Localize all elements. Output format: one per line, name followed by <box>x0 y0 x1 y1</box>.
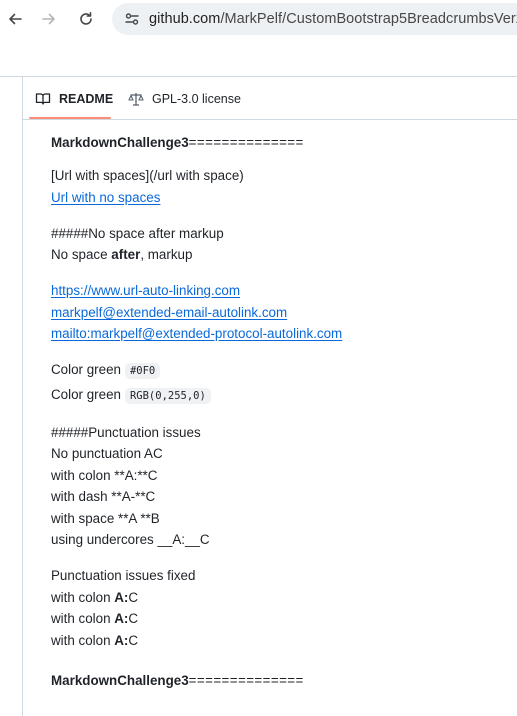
line-text: No space <box>51 247 112 262</box>
markdown-heading-2: MarkdownChallenge3 ============== <box>51 668 304 693</box>
reload-icon[interactable] <box>75 8 97 30</box>
line-text: C <box>128 632 139 648</box>
autolink-email[interactable]: markpelf@extended-email-autolink.com <box>51 305 287 320</box>
line-text: with colon <box>51 611 115 626</box>
no-space-markup-line: No space after, markup <box>51 244 511 266</box>
url-text[interactable]: github.com/MarkPelf/CustomBootstrap5Brea… <box>149 11 517 27</box>
punctuation-heading-text: #####Punctuation issues <box>51 424 201 440</box>
heading-equals: ============== <box>188 134 304 150</box>
url-with-spaces-text: [Url with spaces](/url with space) <box>51 168 244 183</box>
autolink-paragraph: https://www.url-auto-linking.com markpel… <box>51 280 511 345</box>
fixed-heading-text: Punctuation issues fixed <box>51 568 196 583</box>
autolink-mailto[interactable]: mailto:markpelf@extended-protocol-autoli… <box>51 326 342 341</box>
tab-license[interactable]: GPL-3.0 license <box>128 77 268 120</box>
punctuation-line: using undercores __A:__C <box>51 532 210 547</box>
bold-text: A: <box>114 611 129 626</box>
book-icon <box>35 91 51 107</box>
url-no-spaces-link[interactable]: Url with no spaces <box>51 190 160 205</box>
line-text: C <box>128 611 139 626</box>
fixed-line: with colon A:C <box>51 630 511 652</box>
autolink-url[interactable]: https://www.url-auto-linking.com <box>51 283 240 298</box>
browser-toolbar: github.com/MarkPelf/CustomBootstrap5Brea… <box>0 0 517 38</box>
bold-text: A: <box>114 589 129 605</box>
punctuation-paragraph: #####Punctuation issues No punctuation A… <box>51 422 511 551</box>
punctuation-line: with space **A **B <box>51 510 160 526</box>
line-text: C <box>128 589 139 605</box>
address-bar[interactable]: github.com/MarkPelf/CustomBootstrap5Brea… <box>112 3 517 35</box>
tab-license-label: GPL-3.0 license <box>152 91 241 106</box>
color-line-rgb: Color green RGB(0,255,0) <box>51 384 511 408</box>
readme-tabs: README GPL-3.0 license <box>23 77 517 120</box>
scale-icon <box>128 91 144 107</box>
color-line-hex: Color green #0F0 <box>51 359 511 383</box>
fixed-line: with colon A:C <box>51 608 511 630</box>
page-header-gap <box>0 38 517 76</box>
active-tab-indicator <box>29 117 111 119</box>
site-settings-icon[interactable] <box>122 9 142 29</box>
bold-text: after <box>111 247 141 262</box>
punctuation-line: with colon **A:**C <box>51 467 158 483</box>
fixed-line: with colon A:C <box>51 587 511 609</box>
no-space-paragraph: #####No space after markup No space afte… <box>51 223 511 266</box>
url-paragraph: [Url with spaces](/url with space) Url w… <box>51 165 511 208</box>
punctuation-line: with dash **A-**C <box>51 489 156 504</box>
url-host: github.com <box>149 11 221 27</box>
line-text: with colon <box>51 589 115 605</box>
markdown-heading: MarkdownChallenge3 ============== <box>51 130 511 155</box>
bold-text: A: <box>114 632 129 648</box>
readme-content: MarkdownChallenge3 ============== [Url wi… <box>51 130 511 666</box>
heading-equals: ============== <box>188 673 304 688</box>
color-label: Color green <box>51 362 121 377</box>
color-code-hex: #0F0 <box>124 363 161 379</box>
color-code-rgb: RGB(0,255,0) <box>124 387 211 404</box>
no-space-heading-text: #####No space after markup <box>51 225 224 241</box>
line-text: , markup <box>140 247 193 262</box>
heading-text: MarkdownChallenge3 <box>51 673 189 688</box>
tab-readme[interactable]: README <box>35 77 131 120</box>
heading-text: MarkdownChallenge3 <box>51 134 189 150</box>
forward-arrow-icon[interactable] <box>38 8 60 30</box>
fixed-paragraph: Punctuation issues fixed with colon A:C … <box>51 565 511 651</box>
back-arrow-icon[interactable] <box>4 8 26 30</box>
punctuation-line: No punctuation AC <box>51 446 163 461</box>
color-paragraph: Color green #0F0 Color green RGB(0,255,0) <box>51 359 511 407</box>
tab-readme-label: README <box>59 91 114 106</box>
color-label: Color green <box>51 386 121 402</box>
url-path: /MarkPelf/CustomBootstrap5BreadcrumbsVer… <box>220 11 517 27</box>
line-text: with colon <box>51 632 115 648</box>
